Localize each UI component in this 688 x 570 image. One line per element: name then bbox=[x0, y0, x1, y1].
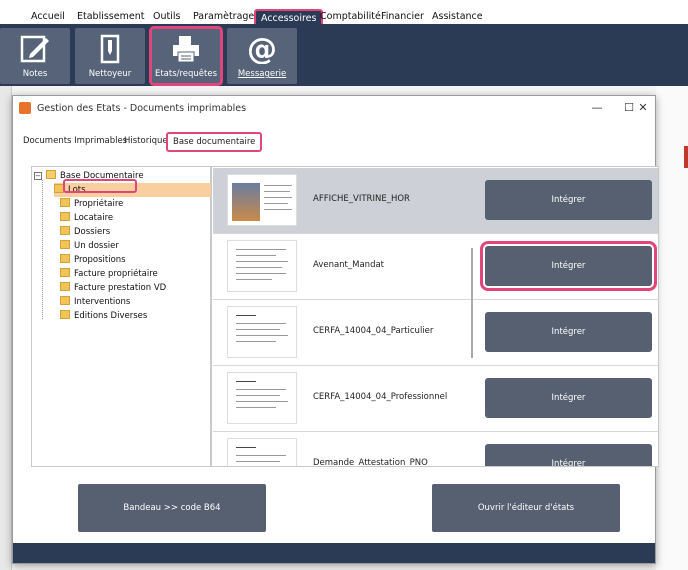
at-sign-icon: @ bbox=[247, 34, 277, 64]
tree-item-label: Un dossier bbox=[74, 241, 119, 251]
tree-item-label: Dossiers bbox=[74, 227, 111, 237]
integrer-button[interactable]: Intégrer bbox=[485, 444, 652, 466]
background-accent-bar bbox=[684, 146, 688, 168]
lots-highlight bbox=[63, 179, 137, 193]
nettoyeur-label: Nettoyeur bbox=[88, 69, 132, 79]
menu-item-outils[interactable]: Outils bbox=[153, 11, 180, 22]
menu-item-financier[interactable]: Financier bbox=[381, 11, 424, 22]
dialog-titlebar: Gestion des Etats - Documents imprimable… bbox=[13, 96, 655, 120]
messagerie-button[interactable]: @ Messagerie bbox=[227, 28, 297, 84]
toolbar: Notes Nettoyeur Etats/requêtes @ Message… bbox=[0, 24, 688, 86]
document-thumbnail bbox=[227, 240, 297, 292]
cleaner-icon bbox=[100, 34, 120, 64]
menu-item-etablissement[interactable]: Etablissement bbox=[77, 11, 144, 22]
integrer-button[interactable]: Intégrer bbox=[485, 180, 652, 220]
document-name: Demande_Attestation_PNO bbox=[313, 458, 428, 467]
tab-base-documentaire[interactable]: Base documentaire bbox=[166, 132, 263, 152]
document-thumbnail bbox=[227, 372, 297, 424]
svg-text:@: @ bbox=[247, 34, 277, 64]
folder-icon bbox=[60, 310, 70, 319]
integrer-button[interactable]: Intégrer bbox=[480, 241, 657, 291]
tree-item-facture-proprietaire[interactable]: Facture propriétaire bbox=[60, 267, 158, 281]
collapse-icon[interactable]: − bbox=[34, 172, 42, 180]
edit-note-icon bbox=[20, 35, 49, 63]
notes-button[interactable]: Notes bbox=[0, 28, 70, 84]
document-list-scrollbar[interactable] bbox=[468, 166, 476, 358]
app-logo-icon bbox=[19, 102, 31, 114]
document-row[interactable]: Demande_Attestation_PNO Intégrer bbox=[213, 432, 658, 467]
folder-icon bbox=[60, 226, 70, 235]
menu-item-parametrages[interactable]: Paramètrages bbox=[193, 11, 259, 22]
scrollbar-thumb[interactable] bbox=[471, 248, 473, 358]
document-thumbnail bbox=[227, 306, 297, 358]
ouvrir-editeur-button[interactable]: Ouvrir l'éditeur d'états bbox=[432, 484, 620, 532]
close-icon[interactable]: ✕ bbox=[631, 99, 655, 117]
printer-icon bbox=[173, 36, 199, 63]
tree-item-label: Locataire bbox=[74, 213, 114, 223]
tree-item-editions-diverses[interactable]: Editions Diverses bbox=[60, 309, 147, 323]
document-name: CERFA_14004_04_Professionnel bbox=[313, 392, 448, 402]
dialog-title: Gestion des Etats - Documents imprimable… bbox=[37, 103, 247, 114]
tree-item-un-dossier[interactable]: Un dossier bbox=[60, 239, 119, 253]
tree-item-locataire[interactable]: Locataire bbox=[60, 211, 113, 225]
dialog-footer-bar bbox=[13, 543, 655, 563]
document-name: Avenant_Mandat bbox=[313, 260, 385, 270]
background-left-panel bbox=[0, 86, 12, 570]
tree-item-propositions[interactable]: Propositions bbox=[60, 253, 126, 267]
dialog-tabs: Documents Imprimables Historique Base do… bbox=[13, 128, 655, 152]
bandeau-b64-button[interactable]: Bandeau >> code B64 bbox=[78, 484, 266, 532]
integrer-button[interactable]: Intégrer bbox=[485, 378, 652, 418]
etats-dialog: Gestion des Etats - Documents imprimable… bbox=[12, 95, 659, 564]
etats-requetes-button[interactable]: Etats/requêtes bbox=[149, 26, 223, 86]
tree-item-facture-prestation-vd[interactable]: Facture prestation VD bbox=[60, 281, 166, 295]
menu-item-assistance[interactable]: Assistance bbox=[432, 11, 483, 22]
tree-item-label: Editions Diverses bbox=[74, 311, 148, 321]
folder-icon bbox=[60, 254, 70, 263]
tree-item-proprietaire[interactable]: Propriétaire bbox=[60, 197, 123, 211]
document-row[interactable]: Avenant_Mandat Intégrer bbox=[213, 234, 658, 300]
tab-historique[interactable]: Historique bbox=[124, 136, 168, 146]
folder-icon bbox=[60, 212, 70, 221]
minimize-icon[interactable]: — bbox=[587, 99, 607, 117]
background-right-panel bbox=[656, 86, 688, 570]
integrer-button[interactable]: Intégrer bbox=[485, 312, 652, 352]
tree-item-dossiers[interactable]: Dossiers bbox=[60, 225, 110, 239]
tree-item-label: Propriétaire bbox=[74, 199, 124, 209]
notes-label: Notes bbox=[22, 69, 48, 79]
folder-icon bbox=[60, 240, 70, 249]
document-thumbnail bbox=[227, 174, 297, 226]
document-list: AFFICHE_VITRINE_HOR Intégrer Avenant_Man… bbox=[211, 166, 659, 467]
folder-icon bbox=[60, 296, 70, 305]
document-row[interactable]: AFFICHE_VITRINE_HOR Intégrer bbox=[213, 168, 658, 234]
document-name: AFFICHE_VITRINE_HOR bbox=[313, 194, 410, 204]
tree-item-label: Facture prestation VD bbox=[74, 283, 167, 293]
menu-item-accueil[interactable]: Accueil bbox=[31, 11, 65, 22]
messagerie-label: Messagerie bbox=[237, 69, 287, 79]
tree-item-label: Propositions bbox=[74, 255, 126, 265]
folder-icon bbox=[60, 268, 70, 277]
tree-item-interventions[interactable]: Interventions bbox=[60, 295, 130, 309]
folder-icon bbox=[46, 170, 56, 179]
tree-item-label: Interventions bbox=[74, 297, 131, 307]
document-tree: − Base Documentaire Lots Propriétaire Loc… bbox=[31, 166, 211, 467]
folder-icon bbox=[60, 198, 70, 207]
tab-documents-imprimables[interactable]: Documents Imprimables bbox=[23, 136, 127, 146]
app-root: Accueil Etablissement Outils Paramètrage… bbox=[0, 0, 688, 570]
document-row[interactable]: CERFA_14004_04_Particulier Intégrer bbox=[213, 300, 658, 366]
document-row[interactable]: CERFA_14004_04_Professionnel Intégrer bbox=[213, 366, 658, 432]
tree-item-label: Facture propriétaire bbox=[74, 269, 158, 279]
menu-bar: Accueil Etablissement Outils Paramètrage… bbox=[0, 0, 688, 28]
document-thumbnail bbox=[227, 438, 297, 466]
nettoyeur-button[interactable]: Nettoyeur bbox=[75, 28, 145, 84]
folder-icon bbox=[60, 282, 70, 291]
document-name: CERFA_14004_04_Particulier bbox=[313, 326, 434, 336]
menu-item-comptabilite[interactable]: Comptabilité bbox=[320, 11, 381, 22]
etats-requetes-label: Etats/requêtes bbox=[154, 69, 218, 79]
